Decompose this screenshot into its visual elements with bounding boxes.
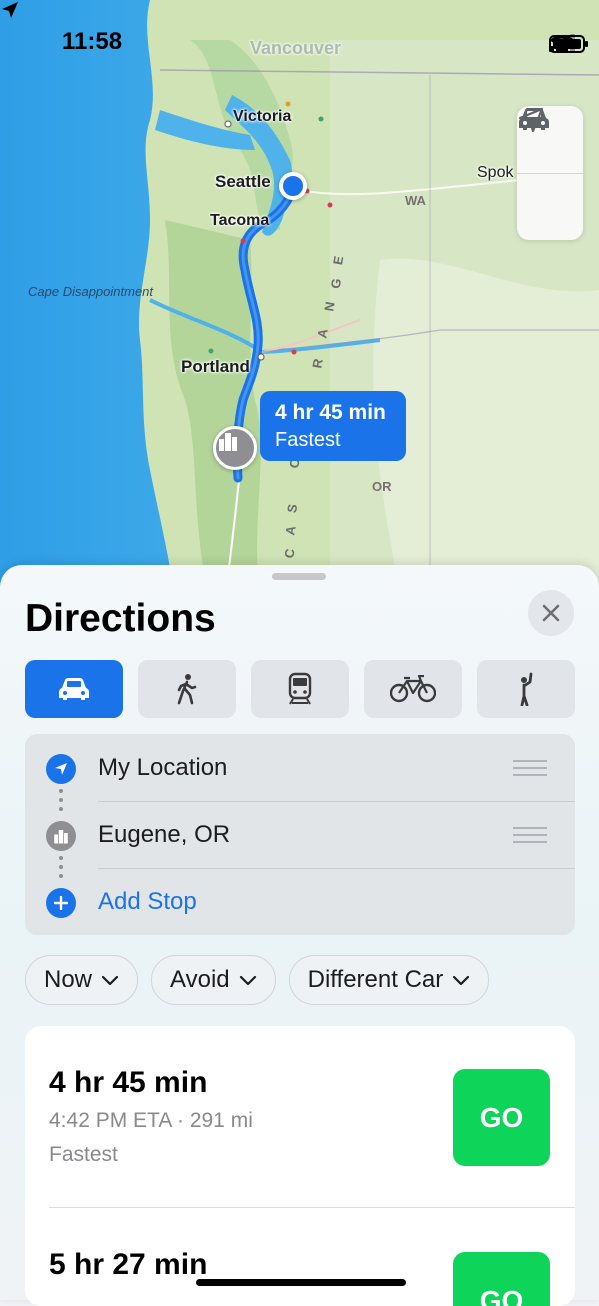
origin-icon bbox=[46, 754, 76, 784]
location-services-icon bbox=[2, 2, 18, 18]
destination-icon bbox=[46, 821, 76, 851]
route-meta: 4:42 PM ETA · 291 mi bbox=[49, 1109, 253, 1132]
plus-icon bbox=[46, 888, 76, 918]
avoid-label: Avoid bbox=[170, 966, 230, 993]
route-callout[interactable]: 4 hr 45 min Fastest bbox=[260, 391, 406, 461]
transport-modes bbox=[25, 660, 575, 718]
hail-icon bbox=[520, 672, 533, 706]
track-location-button[interactable] bbox=[517, 107, 583, 241]
callout-label: Fastest bbox=[275, 429, 341, 451]
map-label-spokane[interactable]: Spok bbox=[477, 164, 513, 182]
mode-cycle-button[interactable] bbox=[364, 660, 462, 718]
mode-ride-button[interactable] bbox=[477, 660, 575, 718]
go-button[interactable]: GO bbox=[453, 1069, 550, 1166]
location-arrow-icon bbox=[518, 107, 544, 133]
depart-time-button[interactable]: Now bbox=[25, 955, 139, 1005]
sheet-grabber[interactable] bbox=[272, 573, 326, 580]
map-label-cape: Cape Disappointment bbox=[28, 284, 154, 299]
mode-walk-button[interactable] bbox=[138, 660, 236, 718]
reorder-handle-icon[interactable] bbox=[513, 827, 547, 848]
map-label-vancouver: Vancouver bbox=[250, 38, 342, 58]
map-label-wa: WA bbox=[405, 193, 426, 208]
route-filters: Now Avoid Different Car bbox=[25, 955, 490, 1005]
stop-destination-label: Eugene, OR bbox=[98, 821, 231, 848]
map-controls bbox=[517, 106, 583, 240]
map-label-or: OR bbox=[372, 479, 392, 494]
directions-sheet: Directions My Location Eugene, OR Add St… bbox=[0, 565, 599, 1306]
chevron-down-icon bbox=[239, 975, 256, 985]
walking-icon bbox=[177, 674, 197, 705]
stop-origin-row[interactable]: My Location bbox=[25, 734, 575, 801]
stop-origin-label: My Location bbox=[98, 754, 228, 781]
route-tag: Fastest bbox=[49, 1143, 118, 1166]
mode-transit-button[interactable] bbox=[251, 660, 349, 718]
avoid-button[interactable]: Avoid bbox=[151, 955, 276, 1005]
close-button[interactable] bbox=[528, 590, 574, 636]
route-options: 4 hr 45 min 4:42 PM ETA · 291 mi Fastest… bbox=[25, 1026, 575, 1306]
current-location-marker[interactable] bbox=[279, 172, 307, 200]
go-button[interactable]: GO bbox=[453, 1252, 550, 1306]
battery-icon bbox=[549, 35, 588, 53]
vehicle-label: Different Car bbox=[307, 966, 444, 993]
reorder-handle-icon[interactable] bbox=[513, 760, 547, 781]
map-label-victoria[interactable]: Victoria bbox=[233, 108, 291, 126]
route-duration: 5 hr 27 min bbox=[49, 1248, 208, 1281]
map-label-cascade-a: A bbox=[282, 522, 300, 537]
map-label-range-r: R bbox=[309, 355, 327, 370]
chevron-down-icon bbox=[101, 975, 119, 985]
close-icon bbox=[542, 604, 560, 622]
bicycle-icon bbox=[390, 675, 436, 703]
map-label-range-g: G bbox=[327, 275, 345, 290]
chevron-down-icon bbox=[453, 975, 470, 985]
city-icon bbox=[54, 830, 68, 844]
stop-destination-row[interactable]: Eugene, OR bbox=[25, 801, 575, 868]
map-label-cascade-c2: C bbox=[281, 545, 299, 560]
map-label-range-n: N bbox=[321, 298, 339, 313]
map-label-tacoma[interactable]: Tacoma bbox=[210, 212, 269, 230]
mode-drive-button[interactable] bbox=[25, 660, 123, 718]
map-label-portland[interactable]: Portland bbox=[181, 357, 250, 377]
train-icon bbox=[288, 672, 312, 705]
route-option[interactable]: 4 hr 45 min 4:42 PM ETA · 291 mi Fastest… bbox=[25, 1026, 575, 1207]
home-indicator[interactable] bbox=[196, 1279, 406, 1286]
add-stop-button[interactable]: Add Stop bbox=[25, 868, 575, 935]
car-icon bbox=[59, 678, 89, 700]
vehicle-button[interactable]: Different Car bbox=[288, 955, 490, 1005]
add-stop-label: Add Stop bbox=[98, 888, 197, 915]
map-label-seattle[interactable]: Seattle bbox=[215, 172, 271, 192]
callout-duration: 4 hr 45 min bbox=[275, 401, 386, 424]
depart-time-label: Now bbox=[44, 966, 93, 993]
city-icon bbox=[219, 433, 237, 451]
status-time: 11:58 bbox=[62, 28, 123, 55]
map-label-range-a: A bbox=[314, 325, 332, 340]
location-arrow-icon bbox=[55, 763, 67, 775]
stops-list: My Location Eugene, OR Add Stop bbox=[25, 734, 575, 935]
destination-pin[interactable] bbox=[213, 426, 257, 470]
route-duration: 4 hr 45 min bbox=[49, 1066, 208, 1099]
map-view[interactable]: Vancouver Victoria Seattle Tacoma Portla… bbox=[0, 0, 599, 600]
page-title: Directions bbox=[25, 597, 216, 640]
route-option[interactable]: 5 hr 27 min GO bbox=[25, 1208, 575, 1306]
